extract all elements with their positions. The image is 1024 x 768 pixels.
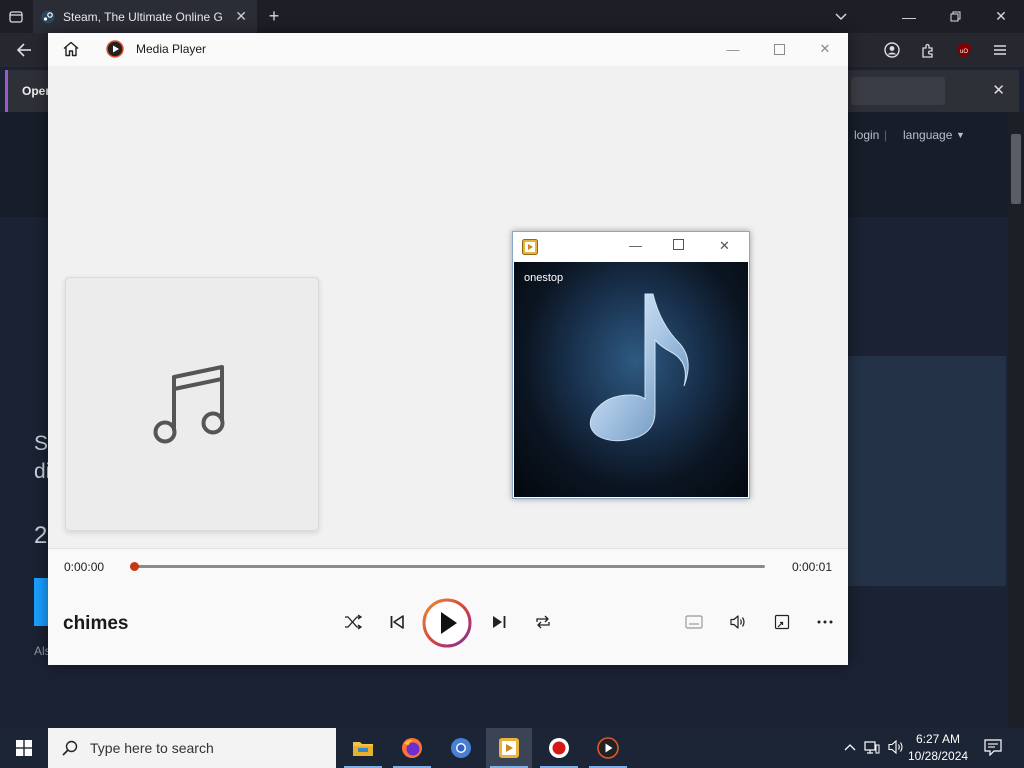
popup-title-bar: — ✕: [513, 232, 749, 262]
chromium-icon: [451, 738, 471, 758]
captions-icon: [685, 615, 703, 629]
taskbar-media-player[interactable]: [585, 728, 631, 768]
taskbar-search-box[interactable]: Type here to search: [48, 728, 336, 768]
seek-bar[interactable]: [130, 562, 771, 571]
current-time: 0:00:00: [64, 560, 105, 574]
repeat-button[interactable]: [530, 609, 556, 635]
media-player-title-bar: Media Player — ✕: [48, 33, 848, 66]
previous-button[interactable]: [384, 609, 410, 635]
shuffle-button[interactable]: [340, 609, 366, 635]
popup-close-button[interactable]: ✕: [719, 238, 730, 254]
home-icon[interactable]: [62, 40, 80, 61]
play-icon: [422, 598, 472, 648]
steam-favicon-icon: [41, 10, 55, 23]
app-title: Media Player: [136, 42, 207, 56]
mp-minimize-button[interactable]: —: [720, 37, 746, 61]
notification-text: Oper: [22, 84, 51, 98]
tab-list-chevron-icon[interactable]: [828, 0, 854, 33]
miniplayer-icon: [774, 614, 790, 630]
notifications-icon[interactable]: [984, 739, 1002, 759]
browser-close-button[interactable]: ✕: [988, 0, 1014, 33]
mp-close-button[interactable]: ✕: [812, 37, 838, 61]
video-area: onestop: [514, 262, 748, 497]
steam-login-link[interactable]: login: [854, 128, 879, 142]
tab-steam[interactable]: Steam, The Ultimate Online Game Platform…: [33, 0, 257, 33]
video-popup-window: — ✕ onestop: [512, 231, 750, 499]
popup-app-icon: [522, 239, 538, 260]
tab-menu-icon[interactable]: [4, 0, 28, 33]
skip-previous-icon: [390, 615, 404, 629]
play-button[interactable]: [422, 598, 472, 648]
more-icon: [817, 620, 833, 624]
music-note-graphic-icon: [589, 293, 689, 442]
media-player-logo-icon: [106, 40, 124, 61]
media-player-legacy-icon: [499, 738, 519, 758]
skip-next-icon: [493, 616, 506, 628]
volume-button[interactable]: [725, 609, 751, 635]
browser-tab-bar: Steam, The Ultimate Online Game Platform…: [0, 0, 1024, 33]
taskbar-recorder[interactable]: [536, 728, 582, 768]
browser-menu-icon[interactable]: [988, 33, 1012, 67]
next-button[interactable]: [486, 609, 512, 635]
repeat-icon: [536, 615, 550, 629]
steam-nav-separator: |: [884, 128, 888, 142]
windows-logo-icon: [16, 740, 32, 756]
taskbar-firefox[interactable]: [389, 728, 435, 768]
scrollbar-thumb[interactable]: [1011, 134, 1021, 204]
steam-cta-button[interactable]: [34, 578, 48, 626]
miniplayer-button[interactable]: [769, 609, 795, 635]
page-scrollbar[interactable]: [1008, 112, 1024, 728]
volume-icon: [730, 615, 745, 629]
search-icon: [62, 740, 78, 756]
notification-close-icon[interactable]: ✕: [992, 81, 1005, 99]
music-note-icon: [153, 365, 225, 444]
taskbar-media-player-legacy[interactable]: [486, 728, 532, 768]
taskbar-file-explorer[interactable]: [340, 728, 386, 768]
record-icon: [549, 738, 569, 758]
folder-icon: [353, 742, 373, 756]
total-time: 0:00:01: [791, 560, 832, 574]
song-title: chimes: [63, 613, 129, 634]
ublock-icon[interactable]: uO: [952, 33, 976, 67]
back-arrow-icon[interactable]: [12, 33, 36, 67]
media-player-icon: [597, 737, 619, 759]
shuffle-icon: [345, 614, 362, 630]
more-options-button[interactable]: [812, 609, 838, 635]
windows-taskbar: Type here to search 6:27 AM 10/28/2024: [0, 728, 1024, 768]
firefox-icon: [402, 738, 422, 758]
popup-minimize-button[interactable]: —: [629, 238, 642, 253]
browser-minimize-button[interactable]: —: [896, 0, 922, 33]
new-tab-button[interactable]: +: [262, 0, 286, 33]
browser-restore-button[interactable]: [942, 0, 968, 33]
extensions-puzzle-icon[interactable]: [916, 33, 940, 67]
album-art-placeholder: [65, 277, 319, 531]
popup-maximize-button[interactable]: [673, 238, 684, 253]
account-icon[interactable]: [880, 33, 904, 67]
tab-close-icon[interactable]: ✕: [235, 8, 247, 25]
seek-knob[interactable]: [130, 562, 139, 571]
steam-promo-graphic: [848, 356, 1006, 586]
tray-date[interactable]: 10/28/2024: [908, 749, 968, 763]
desktop: Steam, The Ultimate Online Game Platform…: [0, 0, 1024, 768]
captions-button[interactable]: [681, 609, 707, 635]
svg-text:uO: uO: [960, 49, 968, 55]
start-button[interactable]: [0, 728, 48, 768]
taskbar-chromium[interactable]: [438, 728, 484, 768]
speaker-icon[interactable]: [888, 739, 904, 757]
tray-overflow-chevron-icon[interactable]: [844, 740, 856, 754]
seek-track[interactable]: [136, 565, 765, 568]
network-icon[interactable]: [864, 740, 880, 757]
playback-controls: 0:00:00 0:00:01 chimes: [48, 548, 848, 665]
tab-title: Steam, The Ultimate Online Game Platform: [63, 9, 223, 24]
search-placeholder: Type here to search: [90, 740, 214, 756]
steam-language-link[interactable]: language: [903, 128, 952, 142]
language-caret-icon: ▼: [956, 130, 965, 140]
steam-text-fragment: 2: [34, 522, 48, 549]
mp-maximize-button[interactable]: [766, 37, 792, 61]
tray-time[interactable]: 6:27 AM: [908, 732, 968, 746]
notification-field[interactable]: [851, 77, 945, 105]
